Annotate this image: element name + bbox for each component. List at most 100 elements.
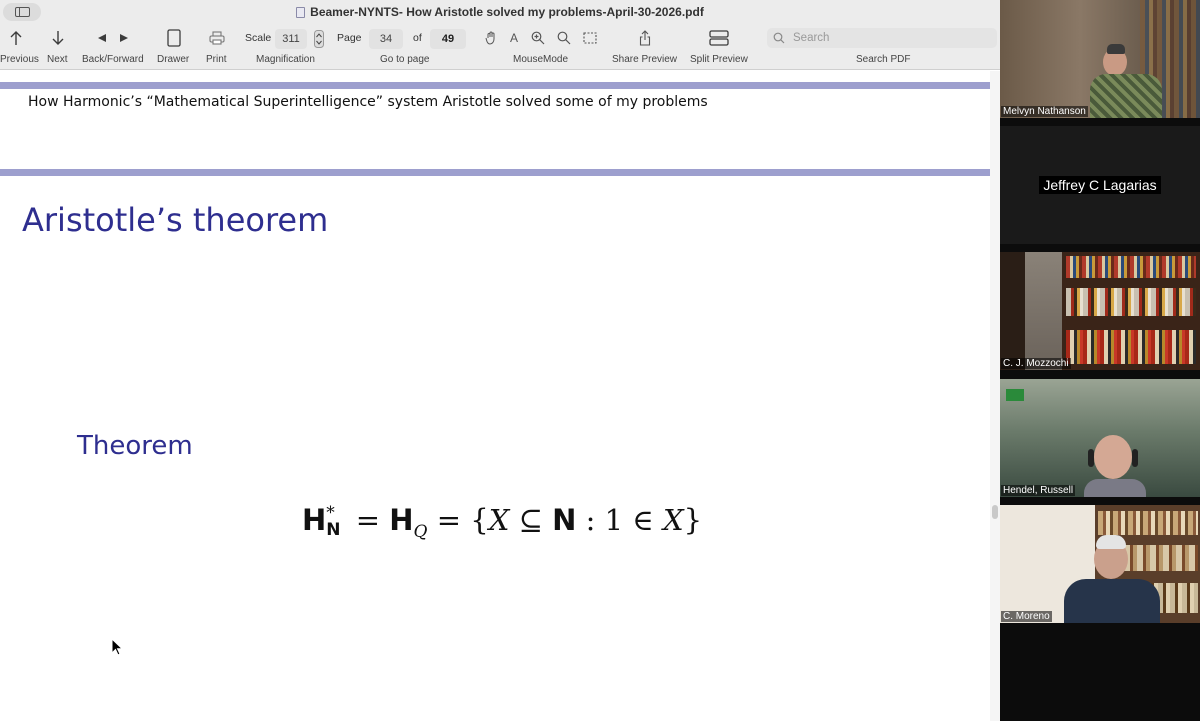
participant-hair [1096, 535, 1126, 549]
screen: Beamer-NYNTS- How Aristotle solved my pr… [0, 0, 1200, 721]
preview-window: Beamer-NYNTS- How Aristotle solved my pr… [0, 0, 1000, 721]
split-preview-label: Split Preview [690, 54, 748, 65]
formula-subseteq: ⊆ [518, 503, 543, 537]
print-label: Print [206, 54, 227, 65]
hand-tool-button[interactable] [484, 28, 498, 48]
participant-shirt [1090, 74, 1162, 118]
participant-tile-4[interactable]: Hendel, Russell [1000, 379, 1200, 497]
participant-name: Melvyn Nathanson [1001, 106, 1088, 117]
total-pages: 49 [430, 29, 466, 49]
formula-colon: : [585, 503, 596, 537]
participant-name: Jeffrey C Lagarias [1039, 176, 1161, 194]
formula-element-of: ∈ [632, 503, 654, 537]
of-label: of [413, 32, 422, 44]
arrow-up-icon [10, 31, 22, 45]
formula-equals-2: = [436, 503, 462, 537]
rect-select-tool-button[interactable] [582, 28, 598, 48]
book-row-1 [1098, 511, 1198, 535]
formula-set-open: { [470, 503, 489, 537]
header-rule-bottom [0, 169, 990, 176]
participant-tile-5[interactable]: C. Moreno [1000, 505, 1200, 623]
book-row-3 [1066, 330, 1196, 364]
zoom-in-button[interactable] [530, 28, 546, 48]
sidebar-icon [14, 7, 30, 17]
participant-name: C. Moreno [1001, 611, 1052, 622]
scale-stepper[interactable] [313, 29, 325, 49]
formula-equals-1: = [355, 503, 381, 537]
pdf-document-icon [296, 6, 306, 18]
window-title-group: Beamer-NYNTS- How Aristotle solved my pr… [280, 4, 720, 20]
participant-shirt [1064, 579, 1160, 623]
hand-icon [485, 31, 495, 45]
share-preview-label: Share Preview [612, 54, 678, 65]
share-icon [639, 30, 651, 46]
back-forward-buttons[interactable] [94, 28, 132, 48]
wall-panel [1025, 252, 1063, 370]
participant-tile-1[interactable]: Melvyn Nathanson [1000, 0, 1200, 118]
window-title: Beamer-NYNTS- How Aristotle solved my pr… [310, 5, 704, 19]
search-pdf-label: Search PDF [856, 54, 911, 65]
participant-shirt [1084, 479, 1146, 497]
share-preview-button[interactable] [637, 28, 653, 48]
search-field[interactable] [767, 28, 997, 48]
arrow-down-icon [52, 31, 64, 45]
magnification-label: Magnification [256, 54, 315, 65]
go-to-page-label: Go to page [380, 54, 430, 65]
drawer-label: Drawer [157, 54, 190, 65]
formula-n-bold: N [552, 503, 577, 537]
cap [1107, 44, 1125, 54]
scale-field[interactable]: 311 [275, 29, 307, 49]
text-select-tool-button[interactable]: A [507, 28, 521, 48]
previous-label: Previous [0, 54, 39, 65]
pdf-page: How Harmonic’s “Mathematical Superintell… [0, 71, 990, 721]
page-label: Page [337, 32, 362, 44]
slide-header-text: How Harmonic’s “Mathematical Superintell… [28, 94, 708, 110]
previous-button[interactable] [6, 28, 26, 48]
formula-h-star-symbol: H [302, 503, 327, 537]
formula-n-subscript: N [326, 520, 341, 540]
formula-x-2: X [662, 503, 684, 537]
participant-name: C. J. Mozzochi [1001, 358, 1071, 369]
back-forward-label: Back/Forward [82, 54, 144, 65]
search-input[interactable] [793, 32, 983, 44]
book-row-2 [1066, 288, 1196, 316]
frame-title: Aristotle’s theorem [22, 201, 329, 239]
split-preview-button[interactable] [708, 28, 730, 48]
formula-x-1: X [488, 503, 510, 537]
sidebar-toggle-button[interactable] [3, 3, 41, 21]
theorem-formula: H * N = HQ = {X ⊆ N : 1 ∈ X} [302, 503, 703, 542]
zoom-out-button[interactable] [556, 28, 572, 48]
vertical-scrollbar[interactable] [990, 71, 1000, 721]
participant-head [1094, 435, 1132, 479]
formula-one: 1 [604, 503, 624, 537]
participant-name: Hendel, Russell [1001, 485, 1076, 496]
video-participant-strip: Melvyn Nathanson Jeffrey C Lagarias C. J… [1000, 0, 1200, 721]
next-button[interactable] [48, 28, 68, 48]
printer-icon [209, 31, 225, 45]
drawer-button[interactable] [164, 28, 184, 48]
formula-star-n-script: * N [326, 505, 340, 539]
formula-q-subscript: Q [413, 521, 428, 542]
headphone-right [1132, 449, 1138, 467]
search-icon [773, 31, 787, 45]
book-row-1 [1066, 256, 1196, 278]
mousemode-label: MouseMode [513, 54, 569, 65]
page-number-field[interactable]: 34 [369, 29, 403, 49]
selection-rectangle-icon [583, 32, 597, 44]
headphone-left [1088, 449, 1094, 467]
forward-triangle-icon[interactable] [119, 33, 129, 43]
participant-tile-2[interactable]: Jeffrey C Lagarias [1000, 126, 1200, 244]
header-rule-top [0, 82, 990, 89]
participant-tile-3[interactable]: C. J. Mozzochi [1000, 252, 1200, 370]
mouse-pointer-icon [111, 638, 123, 656]
exit-sign [1006, 389, 1024, 401]
next-label: Next [47, 54, 68, 65]
split-view-icon [709, 30, 729, 46]
scale-label: Scale [245, 32, 272, 44]
scrollbar-thumb[interactable] [992, 505, 998, 519]
toolbar: Previous Next Back/Forward Drawer Print [0, 24, 1000, 70]
formula-set-close: } [683, 503, 703, 537]
back-triangle-icon[interactable] [97, 33, 107, 43]
print-button[interactable] [207, 28, 227, 48]
zoom-in-icon [531, 31, 545, 45]
